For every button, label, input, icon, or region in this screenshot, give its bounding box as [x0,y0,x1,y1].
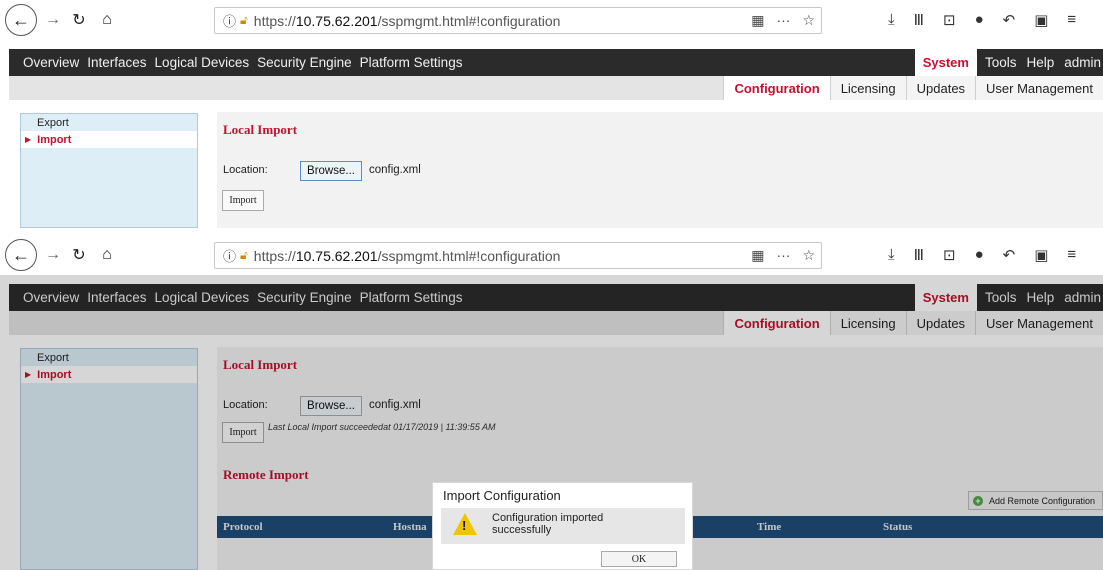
nav-tools[interactable]: Tools [985,55,1017,70]
home-icon[interactable]: ⌂ [94,7,120,33]
content-panel: Local Import Location: Browse... config.… [217,112,1103,228]
browser-toolbar: ← → ↻ ⌂ ⓘ 🔓︎ https://10.75.62.201/sspmgm… [0,0,1103,40]
insecure-lock-icon[interactable]: 🔓︎ [240,13,248,28]
reload-icon[interactable]: ↻ [66,7,92,33]
screenshot-icon[interactable]: ⊡ [943,11,956,29]
home-icon[interactable]: ⌂ [94,242,120,268]
nav-logical-devices[interactable]: Logical Devices [155,55,250,70]
forward-arrow-icon[interactable]: → [40,7,66,33]
triangle-right-icon: ▶ [25,135,32,144]
nav-security-engine[interactable]: Security Engine [257,55,352,70]
menu-icon[interactable]: ≡ [1067,246,1076,264]
nav-system[interactable]: System [914,49,977,76]
location-label: Location: [223,164,268,176]
import-configuration-dialog: Import Configuration ! Configuration imp… [432,482,693,570]
url-text[interactable]: https://10.75.62.201/sspmgmt.html#!confi… [254,248,561,264]
dialog-message: Configuration imported successfully [492,512,604,536]
dialog-title: Import Configuration [443,488,561,503]
sub-tabs: Configuration Licensing Updates User Man… [9,76,1103,100]
bookmark-star-icon[interactable]: ☆ [802,12,815,29]
tab-configuration[interactable]: Configuration [723,76,830,100]
bookmark-star-icon[interactable]: ☆ [802,247,815,264]
back-arrow-icon[interactable]: ← [5,4,37,36]
sidebar-icon[interactable]: ▣ [1034,246,1048,264]
tab-updates[interactable]: Updates [905,76,976,100]
nav-help[interactable]: Help [1026,55,1054,70]
download-icon[interactable]: ⤓ [888,246,895,264]
back-arrow-icon[interactable]: ← [5,239,37,271]
qr-code-icon[interactable]: ▦ [751,247,764,264]
url-bar[interactable]: ⓘ 🔓︎ https://10.75.62.201/sspmgmt.html#!… [214,7,822,34]
top-screenshot: ← → ↻ ⌂ ⓘ 🔓︎ https://10.75.62.201/sspmgm… [0,0,1103,228]
browse-button[interactable]: Browse... [300,161,362,181]
dialog-body: ! Configuration imported successfully [441,508,685,544]
bottom-screenshot: ← → ↻ ⌂ ⓘ 🔓︎ https://10.75.62.201/sspmgm… [0,235,1103,570]
import-button[interactable]: Import [222,190,264,211]
ok-button[interactable]: OK [601,551,677,567]
sidebar-icon[interactable]: ▣ [1034,11,1048,29]
tab-licensing[interactable]: Licensing [829,76,906,100]
url-text[interactable]: https://10.75.62.201/sspmgmt.html#!confi… [254,13,561,29]
library-icon[interactable]: Ⅲ [914,246,924,264]
app-navbar: Overview Interfaces Logical Devices Secu… [9,49,1103,76]
screenshot-icon[interactable]: ⊡ [943,246,956,264]
more-actions-icon[interactable]: ··· [776,247,790,264]
sidebar: Export ▶ Import [20,113,198,228]
nav-platform-settings[interactable]: Platform Settings [360,55,463,70]
warning-exclamation: ! [462,518,467,533]
library-icon[interactable]: Ⅲ [914,11,924,29]
info-icon[interactable]: ⓘ [223,11,236,30]
qr-code-icon[interactable]: ▦ [751,12,764,29]
browser-toolbar: ← → ↻ ⌂ ⓘ 🔓︎ https://10.75.62.201/sspmgm… [0,235,1103,275]
local-import-title: Local Import [223,122,298,137]
nav-user-admin[interactable]: admin [1064,55,1101,70]
more-actions-icon[interactable]: ··· [776,12,790,29]
reload-icon[interactable]: ↻ [66,242,92,268]
url-bar[interactable]: ⓘ 🔓︎ https://10.75.62.201/sspmgmt.html#!… [214,242,822,269]
menu-icon[interactable]: ≡ [1067,11,1076,29]
nav-interfaces[interactable]: Interfaces [87,55,146,70]
chat-icon[interactable]: ● [975,11,984,29]
nav-overview[interactable]: Overview [23,55,79,70]
chat-icon[interactable]: ● [975,246,984,264]
undo-icon[interactable]: ↶ [1003,246,1016,264]
sidebar-item-import[interactable]: ▶ Import [21,131,197,148]
forward-arrow-icon[interactable]: → [40,242,66,268]
selected-file-name: config.xml [369,164,421,176]
undo-icon[interactable]: ↶ [1003,11,1016,29]
download-icon[interactable]: ⤓ [888,11,895,29]
sidebar-item-export[interactable]: Export [21,114,197,131]
insecure-lock-icon[interactable]: 🔓︎ [240,248,248,263]
tab-user-management[interactable]: User Management [975,76,1103,100]
info-icon[interactable]: ⓘ [223,246,236,265]
